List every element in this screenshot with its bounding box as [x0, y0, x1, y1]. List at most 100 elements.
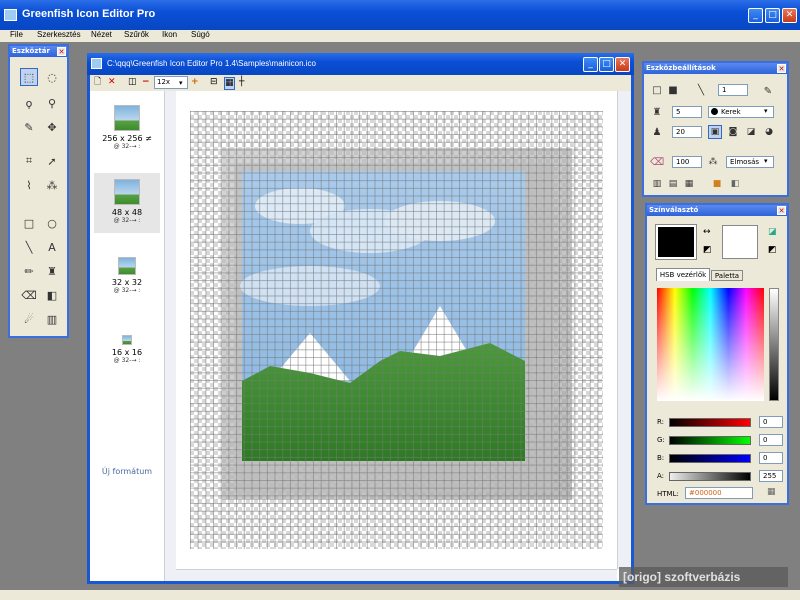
format-item-48[interactable]: 48 x 48 @ 32-→ : — [94, 173, 160, 233]
blend-mode-2-icon[interactable]: ◙ — [726, 125, 740, 139]
color-grid-icon[interactable]: ▦ — [767, 487, 776, 497]
line-width-field[interactable]: 1 — [718, 84, 748, 96]
pattern-1-icon[interactable]: ▥ — [650, 177, 664, 191]
ellipse-select-icon[interactable]: ◌ — [43, 68, 61, 86]
fill-icon[interactable]: ◧ — [43, 286, 61, 304]
icon-canvas[interactable] — [190, 111, 603, 549]
new-format-icon[interactable]: 🗋 — [94, 77, 101, 88]
minimize-icon[interactable]: _ — [748, 8, 763, 23]
blend-dropdown-icon[interactable]: ▾ — [764, 157, 768, 165]
format-thumbnail — [114, 179, 140, 205]
gradient-icon[interactable]: ▥ — [43, 310, 61, 328]
canvas-vertical-scrollbar[interactable] — [617, 91, 631, 569]
format-label: 32 x 32 — [111, 278, 143, 287]
inverted-color-icon[interactable]: ◩ — [768, 245, 777, 255]
rect-select-icon[interactable]: ⬚ — [20, 68, 38, 86]
app-titlebar: Greenfish Icon Editor Pro _ □ ✕ — [0, 0, 800, 30]
red-slider[interactable] — [669, 418, 751, 427]
shape-dropdown-icon[interactable]: ▾ — [764, 107, 768, 115]
ellipse-icon[interactable]: ○ — [43, 214, 61, 232]
menu-file[interactable]: File — [10, 30, 23, 39]
blend-mode-3-icon[interactable]: ◪ — [744, 125, 758, 139]
brush-icon[interactable]: ♜ — [43, 262, 61, 280]
menu-icon[interactable]: Ikon — [162, 30, 177, 39]
pattern-2-icon[interactable]: ▤ — [666, 177, 680, 191]
color-picker-close-icon[interactable]: ✕ — [777, 206, 786, 215]
swap-colors-icon[interactable]: ↔ — [703, 227, 711, 237]
brush-settings-icon[interactable]: ✎ — [760, 83, 776, 99]
blend-mode-1-icon[interactable]: ▣ — [708, 125, 722, 139]
toolbox-close-icon[interactable]: ✕ — [57, 47, 66, 56]
zoom-fit-icon[interactable]: ◫ — [128, 77, 137, 88]
pattern-3-icon[interactable]: ▦ — [682, 177, 696, 191]
crop-icon[interactable]: ⌗ — [20, 152, 38, 170]
format-thumbnail — [122, 335, 132, 345]
opacity-field[interactable]: 20 — [672, 126, 702, 138]
transparent-color-icon[interactable]: ◪ — [768, 227, 777, 237]
pencil-icon[interactable]: ✏ — [20, 262, 38, 280]
b-label: B: — [657, 454, 665, 462]
brightness-slider[interactable] — [769, 288, 779, 401]
blend-mode-4-icon[interactable]: ◕ — [762, 125, 776, 139]
new-format-link[interactable]: Új formátum — [90, 467, 164, 476]
primary-color-swatch[interactable] — [655, 224, 697, 260]
red-field[interactable]: 0 — [759, 416, 783, 428]
format-label: 16 x 16 — [111, 348, 143, 357]
smudge-icon[interactable]: ☄ — [20, 310, 38, 328]
menu-view[interactable]: Nézet — [91, 30, 112, 39]
rectangle-icon[interactable]: □ — [20, 214, 38, 232]
secondary-color-swatch[interactable] — [722, 225, 758, 259]
pencil-select-icon[interactable]: ✎ — [20, 118, 38, 136]
tool-settings-close-icon[interactable]: ✕ — [777, 64, 786, 73]
center-lines-icon[interactable]: ┼ — [239, 77, 244, 88]
magic-wand-icon[interactable]: ⚲ — [43, 94, 61, 112]
move-icon[interactable]: ✥ — [43, 118, 61, 136]
amount-field[interactable]: 100 — [672, 156, 702, 168]
close-icon[interactable]: ✕ — [782, 8, 797, 23]
grid-toggle-icon[interactable]: ▦ — [224, 77, 235, 90]
doc-minimize-icon[interactable]: _ — [583, 57, 598, 72]
format-item-32[interactable]: 32 x 32 @ 32-→ : — [94, 257, 160, 309]
canvas-horizontal-scrollbar[interactable] — [176, 569, 617, 581]
text-icon[interactable]: A — [43, 238, 61, 256]
spray-icon[interactable]: ⁂ — [43, 176, 61, 194]
eyedropper-icon[interactable]: ⌇ — [20, 176, 38, 194]
a-label: A: — [657, 472, 665, 480]
reset-colors-icon[interactable]: ◩ — [703, 245, 712, 255]
doc-close-icon[interactable]: ✕ — [615, 57, 630, 72]
green-field[interactable]: 0 — [759, 434, 783, 446]
tab-hsb[interactable]: HSB vezérlők — [656, 268, 710, 281]
fill-mode-1-icon[interactable]: ■ — [710, 177, 724, 191]
green-slider[interactable] — [669, 436, 751, 445]
view-mode-icon[interactable]: ⊟ — [210, 77, 218, 88]
eraser-icon[interactable]: ⌫ — [20, 286, 38, 304]
zoom-dropdown-icon[interactable]: ▾ — [179, 78, 183, 89]
document-window: C:\qqq\Greenfish Icon Editor Pro 1.4\Sam… — [87, 53, 634, 584]
zoom-out-icon[interactable]: − — [142, 77, 150, 88]
menu-help[interactable]: Súgó — [191, 30, 210, 39]
zoom-in-icon[interactable]: + — [191, 77, 199, 88]
format-list-scrollbar[interactable] — [164, 91, 176, 581]
delete-format-icon[interactable]: ✕ — [108, 77, 116, 88]
html-color-field[interactable]: #000000 — [685, 487, 753, 499]
blue-slider[interactable] — [669, 454, 751, 463]
alpha-field[interactable]: 255 — [759, 470, 783, 482]
hue-saturation-field[interactable] — [657, 288, 764, 401]
tab-palette[interactable]: Paletta — [711, 270, 743, 281]
alpha-slider[interactable] — [669, 472, 751, 481]
outline-shape-icon[interactable]: □ — [650, 83, 664, 97]
maximize-icon[interactable]: □ — [765, 8, 780, 23]
format-label: 48 x 48 — [111, 208, 143, 217]
format-item-16[interactable]: 16 x 16 @ 32-→ : — [94, 335, 160, 383]
menu-filters[interactable]: Szűrők — [124, 30, 149, 39]
lasso-icon[interactable]: ϙ — [20, 94, 38, 112]
filled-shape-icon[interactable]: ■ — [666, 83, 680, 97]
line-icon[interactable]: ╲ — [20, 238, 38, 256]
pointer-icon[interactable]: ➚ — [43, 152, 61, 170]
doc-maximize-icon[interactable]: □ — [599, 57, 614, 72]
format-item-256[interactable]: 256 x 256 ≠ @ 32-→ : — [94, 105, 160, 165]
blue-field[interactable]: 0 — [759, 452, 783, 464]
brush-size-field[interactable]: 5 — [672, 106, 702, 118]
fill-mode-2-icon[interactable]: ◧ — [728, 177, 742, 191]
menu-edit[interactable]: Szerkesztés — [37, 30, 81, 39]
